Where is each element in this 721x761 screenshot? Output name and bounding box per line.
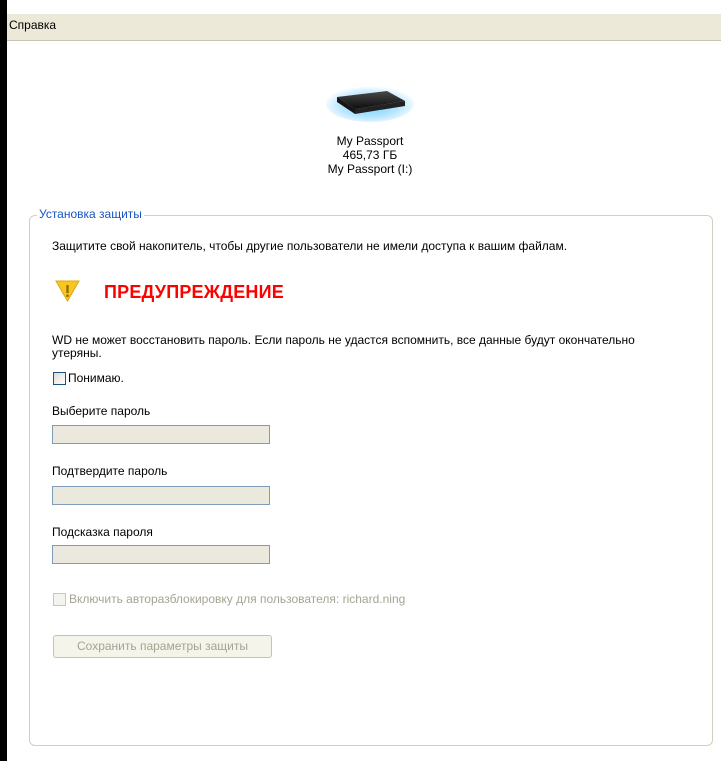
device-capacity: 465,73 ГБ [342, 148, 398, 162]
external-drive-icon [326, 86, 414, 122]
password-hint-label: Подсказка пароля [52, 525, 153, 539]
menu-bar: Справка [7, 14, 721, 41]
menu-item-help[interactable]: Справка [9, 18, 56, 32]
understand-label[interactable]: Понимаю. [68, 371, 124, 385]
password-field[interactable] [52, 425, 270, 444]
save-security-button[interactable]: Сохранить параметры защиты [53, 635, 272, 658]
password-hint-field[interactable] [52, 545, 270, 564]
autounlock-checkbox[interactable] [53, 593, 66, 606]
warning-text-line1: WD не может восстановить пароль. Если па… [52, 333, 635, 347]
confirm-password-field[interactable] [52, 486, 270, 505]
device-volume: My Passport (I:) [327, 162, 413, 176]
autounlock-label: Включить авторазблокировку для пользоват… [69, 592, 406, 606]
device-name: My Passport [336, 134, 404, 148]
security-group-title: Установка защиты [37, 207, 144, 221]
warning-title: ПРЕДУПРЕЖДЕНИЕ [104, 282, 284, 302]
window-frame-left [0, 0, 7, 761]
confirm-password-label: Подтвердите пароль [52, 464, 168, 478]
device-info: My Passport 465,73 ГБ My Passport (I:) [300, 134, 440, 176]
understand-checkbox[interactable] [53, 372, 66, 385]
password-label: Выберите пароль [52, 404, 151, 418]
security-description: Защитите свой накопитель, чтобы другие п… [52, 239, 568, 253]
warning-shield-icon [55, 280, 80, 302]
warning-text-line2: утеряны. [52, 346, 102, 360]
